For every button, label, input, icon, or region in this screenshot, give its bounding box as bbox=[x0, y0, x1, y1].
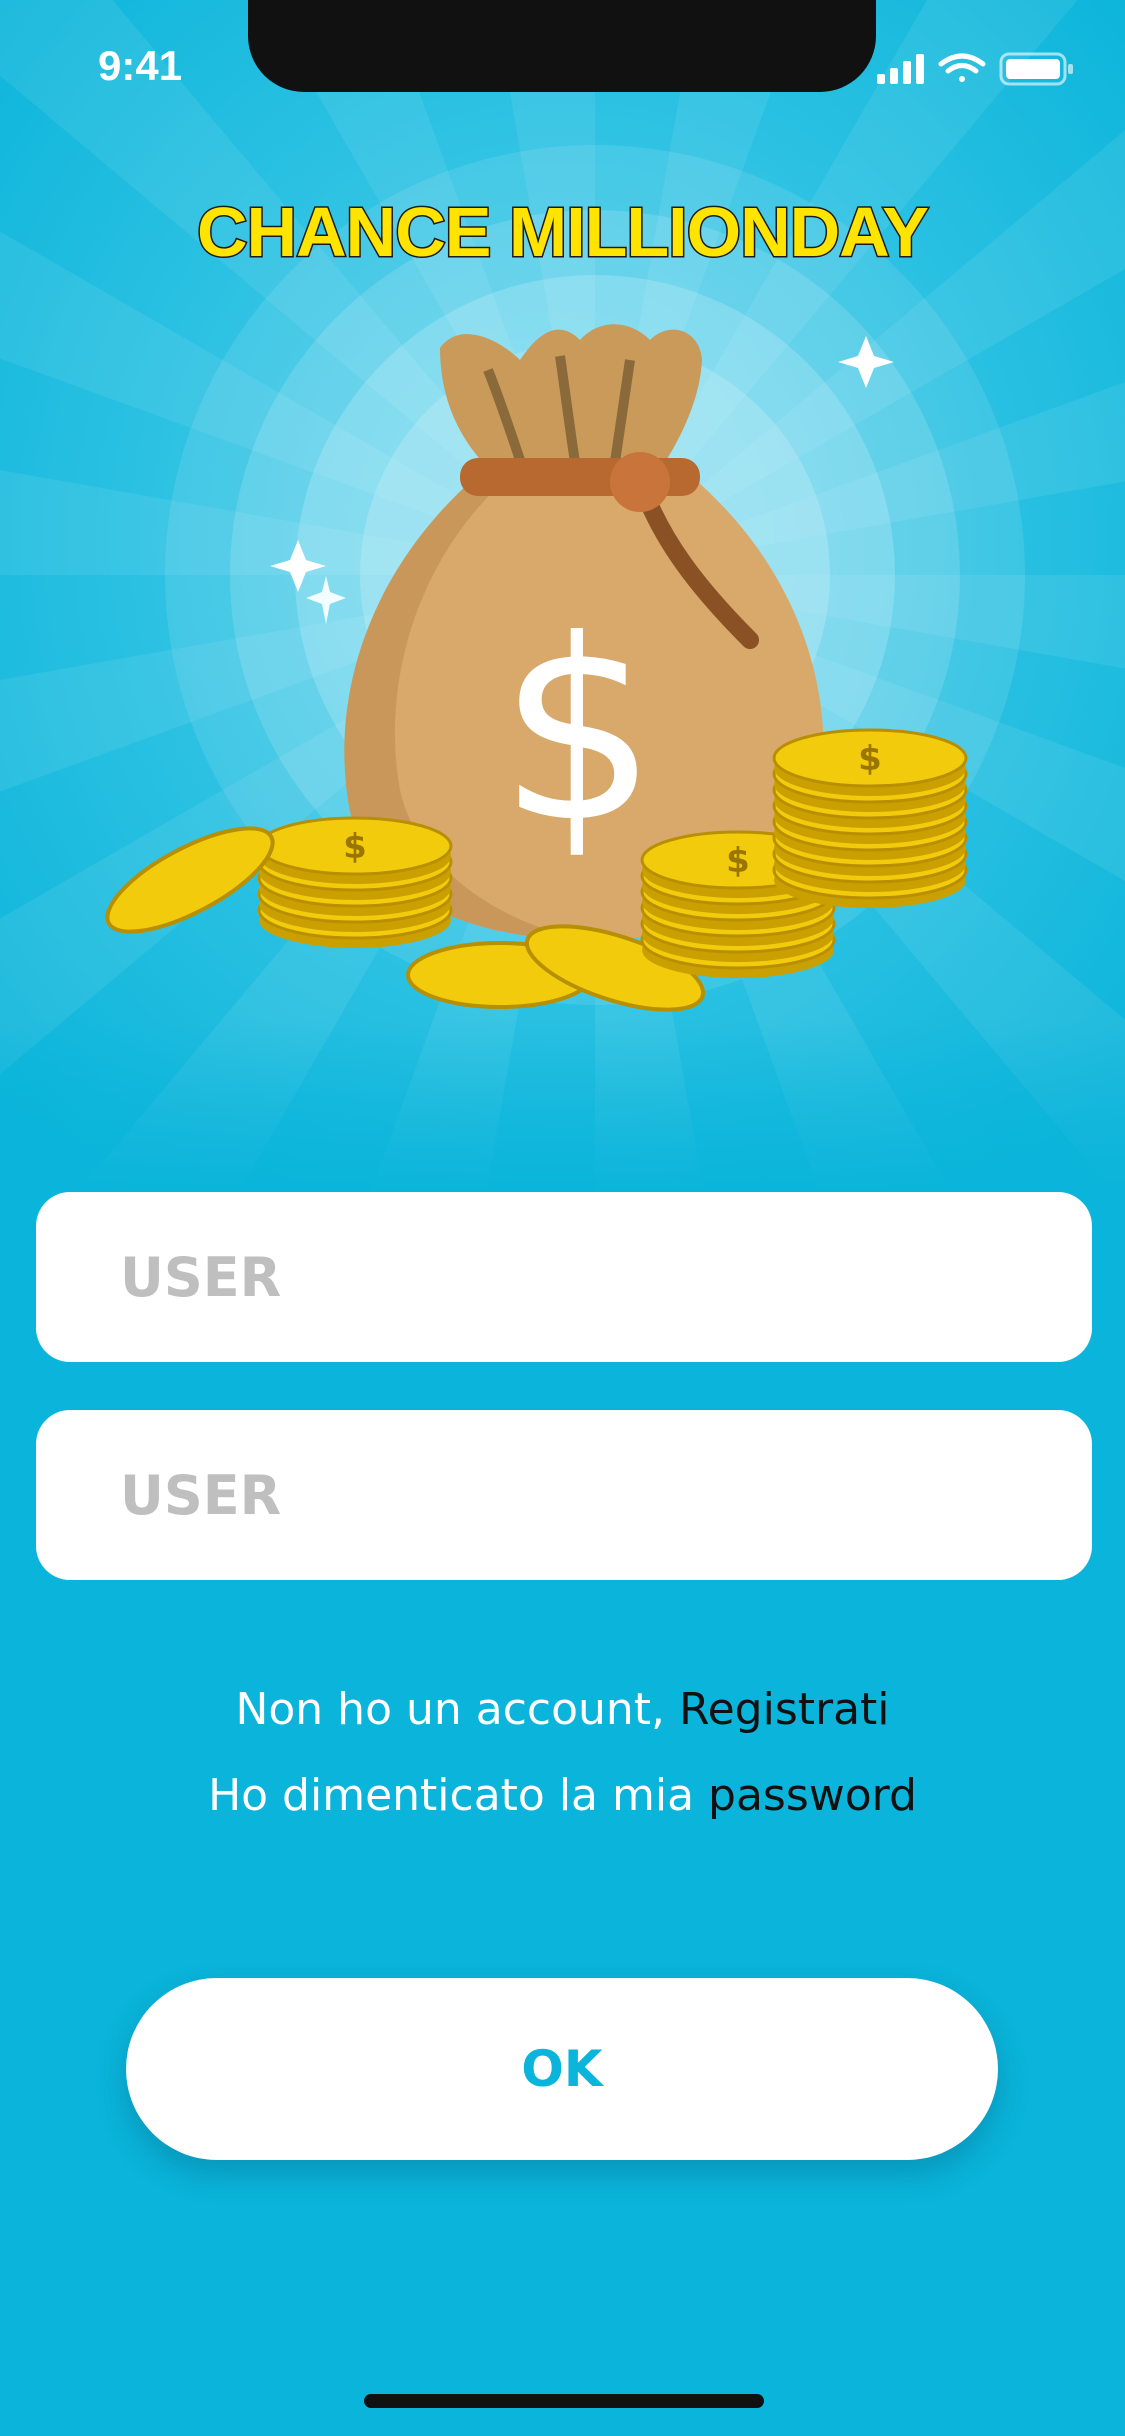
hero-illustration: $ $ $ $ bbox=[0, 0, 1125, 1200]
password-input[interactable] bbox=[118, 1462, 1092, 1528]
device-notch bbox=[248, 0, 876, 92]
svg-text:$: $ bbox=[858, 739, 882, 779]
forgot-password-line: Ho dimenticato la mia password bbox=[0, 1770, 1125, 1821]
app-title: CHANCE MILLIONDAY bbox=[196, 192, 931, 273]
ok-button[interactable]: OK bbox=[126, 1978, 998, 2160]
forgot-prefix: Ho dimenticato la mia bbox=[208, 1770, 709, 1821]
status-icons bbox=[877, 52, 1073, 86]
battery-icon bbox=[999, 52, 1073, 86]
username-input[interactable] bbox=[118, 1244, 1092, 1310]
status-time: 9:41 bbox=[98, 42, 183, 89]
svg-text:$: $ bbox=[343, 827, 367, 867]
wifi-icon bbox=[938, 53, 986, 82]
login-screen: $ $ $ $ 9:41 CHANCE MILLIONDAY USER Non … bbox=[0, 0, 1125, 2436]
forgot-password-link[interactable]: password bbox=[708, 1770, 917, 1821]
home-indicator bbox=[364, 2394, 764, 2408]
svg-text:$: $ bbox=[726, 841, 750, 881]
cellular-signal-icon bbox=[877, 54, 924, 84]
register-link[interactable]: Registrati bbox=[679, 1684, 890, 1735]
register-line: Non ho un account, Registrati bbox=[0, 1684, 1125, 1735]
username-field[interactable] bbox=[36, 1192, 1092, 1362]
register-prefix: Non ho un account, bbox=[235, 1684, 679, 1735]
dollar-sign: $ bbox=[498, 586, 657, 877]
password-field[interactable] bbox=[36, 1410, 1092, 1580]
